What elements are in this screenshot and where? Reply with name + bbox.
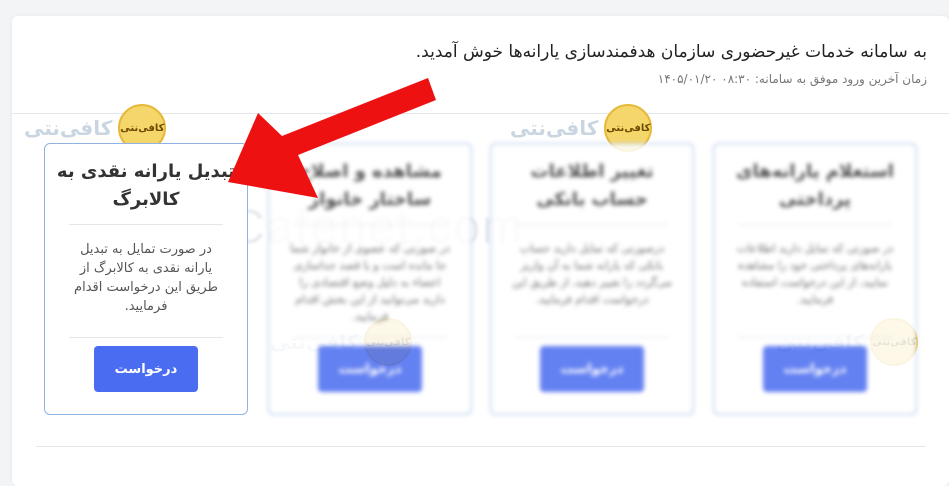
red-arrow-icon	[228, 78, 436, 198]
arrow-shape	[228, 78, 436, 198]
